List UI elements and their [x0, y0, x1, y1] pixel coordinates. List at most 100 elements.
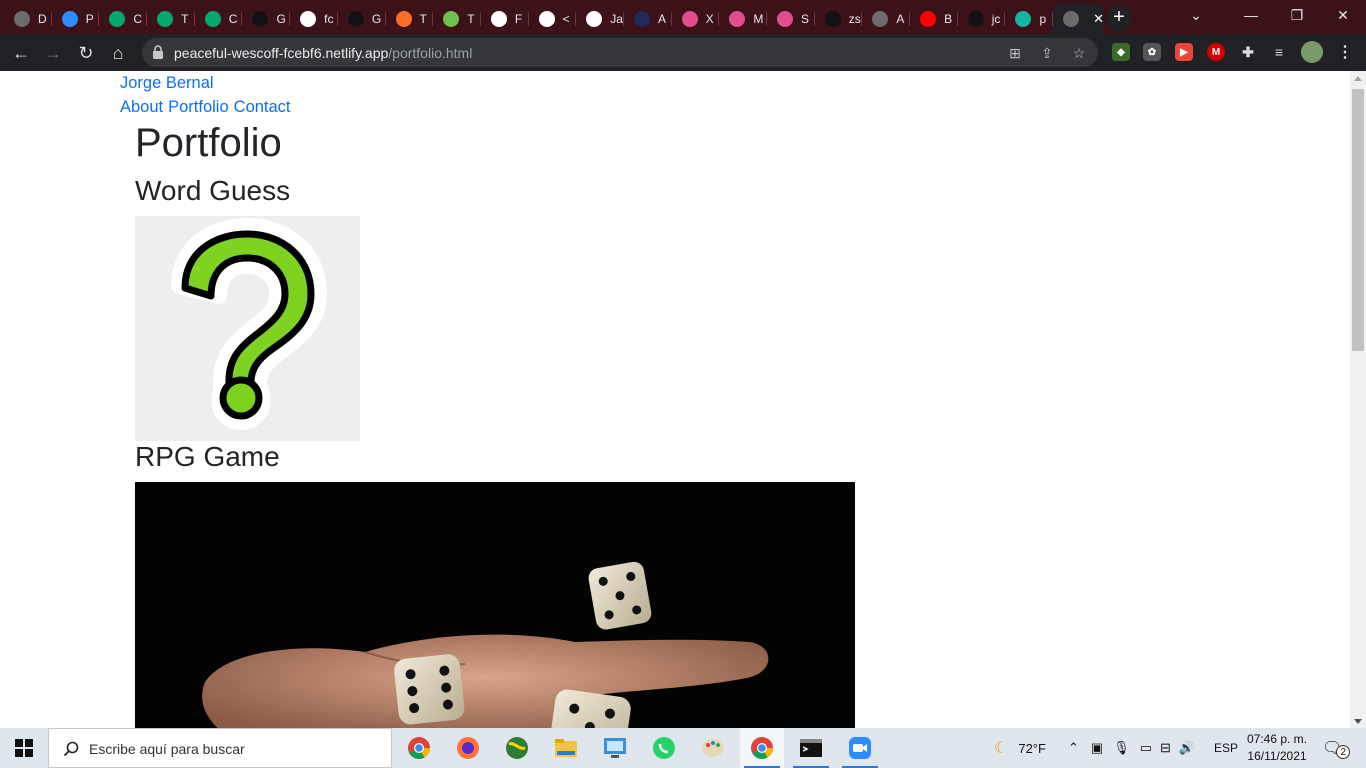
restore-button[interactable]: ❐ — [1274, 0, 1320, 30]
browser-tab[interactable]: G — [242, 4, 290, 34]
browser-tab[interactable]: C — [195, 4, 243, 34]
tray-weather[interactable]: ☾ 72°F — [994, 728, 1046, 768]
browser-tab[interactable]: P — [52, 4, 100, 34]
minimize-button[interactable]: — — [1228, 0, 1274, 30]
scroll-up-icon[interactable] — [1354, 76, 1362, 81]
close-tab-icon[interactable]: ✕ — [1093, 11, 1103, 27]
taskbar-chrome-app[interactable] — [397, 728, 441, 768]
taskbar-control-panel-app[interactable] — [593, 728, 637, 768]
zoom-icon — [849, 737, 871, 759]
lock-icon — [153, 45, 163, 59]
menu-kebab-icon[interactable]: ⋮ — [1336, 43, 1354, 61]
tray-icons: ⌃ ▣ 🎙 ▭ ⊟ 🔊 — [1068, 728, 1205, 768]
nav-link-about[interactable]: About — [120, 98, 163, 117]
word-guess-image[interactable] — [135, 216, 360, 441]
page-scrollbar[interactable] — [1350, 71, 1366, 728]
tab-title: M — [753, 12, 764, 26]
taskbar-file-explorer-app[interactable] — [544, 728, 588, 768]
slides-icon — [681, 11, 698, 27]
show-hidden-icons-chevron-icon[interactable]: ⌃ — [1068, 740, 1079, 756]
volume-icon[interactable]: 🔊 — [1179, 740, 1195, 756]
address-bar[interactable]: peaceful-wescoff-fcebf6.netlify.app/port… — [142, 38, 1098, 67]
extension-icon[interactable]: ◆ — [1112, 43, 1130, 61]
nav-link-portfolio[interactable]: Portfolio — [168, 98, 229, 117]
tab-title: B — [944, 12, 953, 26]
chrome-icon — [408, 737, 430, 759]
globe-icon — [872, 11, 889, 27]
bird-icon — [538, 11, 555, 27]
browser-tab[interactable]: D — [4, 4, 52, 34]
browser-tab[interactable]: < — [529, 4, 577, 34]
browser-tab[interactable]: X — [672, 4, 720, 34]
screencast-icon[interactable]: ▶ — [1175, 43, 1193, 61]
browser-tab[interactable]: T — [386, 4, 434, 34]
scroll-down-icon[interactable] — [1354, 719, 1362, 724]
taskbar-search-box[interactable]: Escribe aquí para buscar — [48, 728, 392, 768]
browser-tab[interactable]: B — [910, 4, 958, 34]
tab-search-chevron-icon[interactable]: ⌄ — [1174, 0, 1218, 30]
action-center-button[interactable]: 🗨 2 — [1322, 728, 1351, 768]
browser-tab[interactable]: T — [147, 4, 195, 34]
profile-avatar[interactable] — [1301, 41, 1323, 63]
taskbar-chrome-active-app[interactable] — [740, 728, 784, 768]
browser-tab[interactable]: zs — [815, 4, 863, 34]
bookmark-star-icon[interactable]: ☆ — [1070, 44, 1088, 62]
browser-tab[interactable]: fc — [290, 4, 338, 34]
home-icon[interactable]: ⌂ — [105, 40, 131, 66]
extension-puzzle-alt-icon[interactable]: ✿ — [1143, 43, 1161, 61]
browser-tab[interactable]: T — [433, 4, 481, 34]
browser-tab[interactable]: A — [624, 4, 672, 34]
taskbar-clock[interactable]: 07:46 p. m. 16/11/2021 — [1240, 731, 1314, 765]
tab-title: G — [276, 12, 286, 26]
windows-start-button[interactable] — [0, 728, 48, 768]
share-icon[interactable]: ⇪ — [1038, 44, 1056, 62]
browser-tab[interactable]: M — [719, 4, 767, 34]
rpg-game-image[interactable] — [135, 482, 855, 728]
taskbar-whatsapp-app[interactable] — [642, 728, 686, 768]
reload-icon[interactable]: ↻ — [73, 40, 99, 66]
url-text: peaceful-wescoff-fcebf6.netlify.app/port… — [174, 45, 472, 61]
meet-now-icon[interactable]: ▣ — [1091, 740, 1103, 756]
taskbar-zoom-app[interactable] — [838, 728, 882, 768]
browser-tab[interactable]: p — [1005, 4, 1053, 34]
browser-tab[interactable]: A — [862, 4, 910, 34]
browser-tab[interactable]: C — [99, 4, 147, 34]
moon-icon: ☾ — [994, 740, 1009, 757]
clock-time: 07:46 p. m. — [1246, 732, 1308, 746]
clock-date: 16/11/2021 — [1247, 749, 1307, 763]
media-queue-icon[interactable]: ≡ — [1270, 43, 1288, 61]
extensions-puzzle-icon[interactable]: ✚ — [1239, 43, 1257, 61]
weather-temperature: 72°F — [1018, 740, 1046, 756]
mega-icon[interactable]: M — [1207, 43, 1225, 61]
slides-icon — [729, 11, 746, 27]
browser-tab[interactable]: Ja — [576, 4, 624, 34]
new-tab-button[interactable]: + — [1106, 5, 1132, 31]
browser-tab-active[interactable]: ✕ — [1053, 4, 1104, 34]
browser-tab[interactable]: F — [481, 4, 529, 34]
close-window-button[interactable]: ✕ — [1320, 0, 1366, 30]
question-mark-icon — [171, 218, 327, 430]
taskbar-terminal-app[interactable] — [789, 728, 833, 768]
gitlab-icon — [395, 11, 412, 27]
translate-icon[interactable]: ⊞ — [1006, 44, 1024, 62]
back-icon[interactable]: ← — [8, 40, 34, 66]
battery-icon[interactable]: ▭ — [1140, 740, 1152, 756]
taskbar-firefox-app[interactable] — [446, 728, 490, 768]
github-icon — [347, 11, 364, 27]
navbar-brand[interactable]: Jorge Bernal — [120, 74, 214, 93]
taskbar-globe-app[interactable] — [495, 728, 539, 768]
microphone-icon[interactable]: 🎙 — [1113, 740, 1130, 756]
forward-icon[interactable]: → — [40, 40, 66, 66]
network-icon[interactable]: ⊟ — [1160, 740, 1171, 756]
taskbar-paint-app[interactable] — [691, 728, 735, 768]
scrollbar-thumb[interactable] — [1352, 89, 1364, 351]
navbar-links: About Portfolio Contact — [120, 98, 291, 117]
browser-tab[interactable]: G — [338, 4, 386, 34]
search-placeholder: Escribe aquí para buscar — [89, 741, 245, 757]
nav-link-contact[interactable]: Contact — [234, 98, 291, 117]
browser-tab[interactable]: jc — [958, 4, 1006, 34]
input-language[interactable]: ESP — [1214, 728, 1238, 768]
w3-icon — [157, 11, 174, 27]
browser-tab[interactable]: S — [767, 4, 815, 34]
leaf-icon — [443, 11, 460, 27]
